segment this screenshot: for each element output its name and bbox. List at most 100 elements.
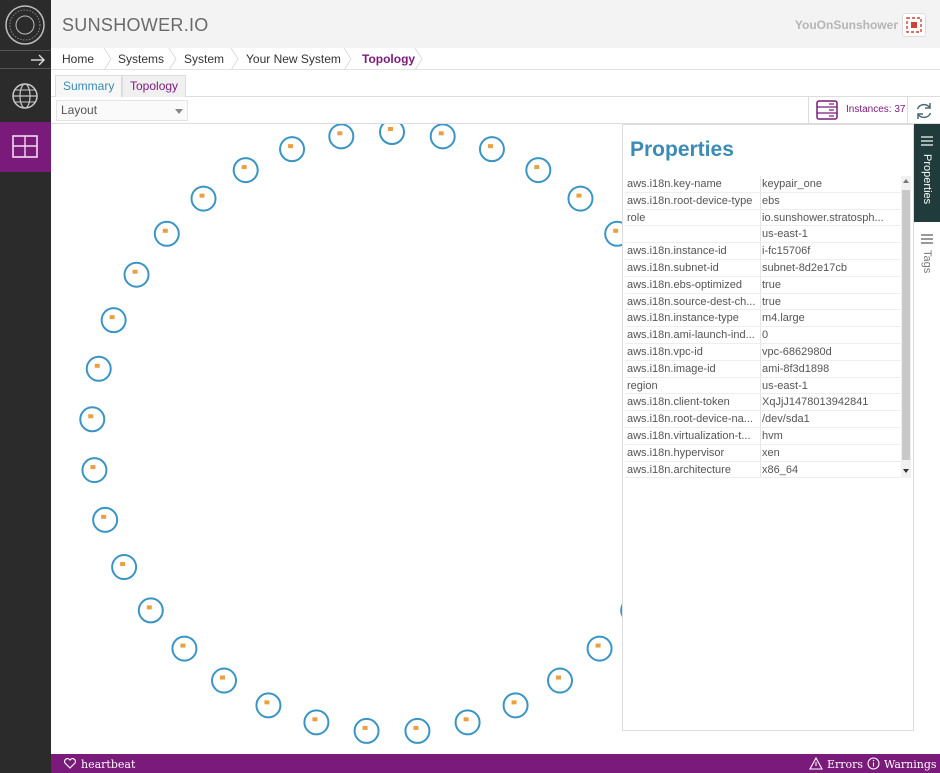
column-divider xyxy=(760,209,761,226)
heartbeat-label[interactable]: heartbeat xyxy=(81,758,135,771)
topology-node[interactable] xyxy=(190,185,217,212)
topology-node[interactable] xyxy=(604,220,623,247)
properties-scrollbar[interactable] xyxy=(901,176,911,478)
logo[interactable] xyxy=(0,0,51,51)
breadcrumb-topology[interactable]: Topology xyxy=(362,48,415,70)
properties-title: Properties xyxy=(630,138,734,161)
property-row[interactable]: aws.i18n.root-device-na... /dev/sda1 xyxy=(625,411,901,428)
errors-button[interactable]: Errors xyxy=(827,758,863,771)
instance-icon xyxy=(487,144,493,149)
topology-node[interactable] xyxy=(85,355,112,382)
breadcrumb-system[interactable]: System xyxy=(184,48,224,70)
topology-node[interactable] xyxy=(232,157,259,184)
property-row[interactable]: aws.i18n.image-id ami-8f3d1898 xyxy=(625,360,901,378)
property-row[interactable]: aws.i18n.subnet-id subnet-8d2e17cb xyxy=(625,259,901,277)
topology-node[interactable] xyxy=(379,124,405,145)
topology-node[interactable] xyxy=(111,554,138,581)
properties-scroll-thumb[interactable] xyxy=(902,190,910,460)
topology-node[interactable] xyxy=(404,717,431,744)
property-key: aws.i18n.client-token xyxy=(627,396,730,409)
topology-node[interactable] xyxy=(171,635,198,662)
topology-node[interactable] xyxy=(525,157,552,184)
layout-select[interactable]: Layout xyxy=(56,100,188,121)
property-row[interactable]: region us-east-1 xyxy=(625,377,901,395)
property-row[interactable]: aws.i18n.client-token XqJjJ1478013942841 xyxy=(625,394,901,412)
topology-node[interactable] xyxy=(546,667,573,694)
breadcrumb-your-new-system[interactable]: Your New System xyxy=(246,48,341,70)
sidetab-properties[interactable]: Properties xyxy=(914,124,940,222)
instance-icon xyxy=(288,144,294,149)
tab-topology[interactable]: Topology xyxy=(122,75,187,97)
instance-icon xyxy=(264,700,270,705)
topology-node[interactable] xyxy=(92,506,119,533)
property-row[interactable]: aws.i18n.key-name keypair_one xyxy=(625,176,901,193)
nav-item-globe[interactable] xyxy=(0,70,51,122)
topology-canvas[interactable] xyxy=(51,124,623,754)
property-row[interactable]: role io.sunshower.stratosph... xyxy=(625,209,901,227)
property-row[interactable]: aws.i18n.instance-type m4.large xyxy=(625,310,901,328)
refresh-button[interactable] xyxy=(913,100,935,122)
property-value: keypair_one xyxy=(762,178,822,190)
heart-icon xyxy=(64,758,76,769)
tab-summary[interactable]: Summary xyxy=(55,75,123,97)
property-row[interactable]: aws.i18n.source-dest-ch... true xyxy=(625,293,901,311)
topology-node[interactable] xyxy=(429,124,456,150)
topology-node[interactable] xyxy=(255,692,282,719)
status-bar: heartbeat Errors Warnings xyxy=(51,754,940,773)
topology-node[interactable] xyxy=(137,597,164,624)
topology-node[interactable] xyxy=(123,261,150,288)
instances-indicator[interactable]: Instances: 37 xyxy=(808,97,908,124)
property-row[interactable]: aws.i18n.root-device-type ebs xyxy=(625,192,901,210)
view-tabs: Summary Topology xyxy=(51,73,940,97)
column-divider xyxy=(760,226,761,243)
topology-node[interactable] xyxy=(478,136,505,163)
breadcrumb-systems[interactable]: Systems xyxy=(118,48,164,70)
chevron-down-icon xyxy=(175,109,183,114)
nav-item-systems[interactable] xyxy=(0,122,51,172)
topology-node[interactable] xyxy=(502,692,529,719)
property-key: aws.i18n.instance-type xyxy=(627,312,739,325)
topology-node[interactable] xyxy=(153,220,180,247)
topology-node[interactable] xyxy=(79,406,106,433)
topology-node[interactable] xyxy=(81,457,108,484)
instance-icon xyxy=(613,228,619,233)
topology-node[interactable] xyxy=(303,709,330,736)
topology-graph[interactable] xyxy=(51,124,623,754)
breadcrumb-home[interactable]: Home xyxy=(62,48,94,70)
property-row[interactable]: aws.i18n.architecture x86_64 xyxy=(625,461,901,479)
sidetab-tags[interactable]: Tags xyxy=(914,228,940,278)
column-divider xyxy=(760,360,761,377)
scroll-up-icon[interactable] xyxy=(902,177,910,185)
topology-node[interactable] xyxy=(353,717,380,744)
property-row[interactable]: aws.i18n.ami-launch-ind... 0 xyxy=(625,327,901,344)
property-value: /dev/sda1 xyxy=(762,413,810,426)
property-row[interactable]: us-east-1 xyxy=(625,226,901,244)
topology-node[interactable] xyxy=(328,124,355,150)
topology-node[interactable] xyxy=(454,709,481,736)
topology-node[interactable] xyxy=(211,667,238,694)
instance-icon xyxy=(120,562,126,567)
expand-nav-button[interactable] xyxy=(0,51,51,69)
topology-node[interactable] xyxy=(100,307,127,334)
column-divider xyxy=(760,427,761,444)
topology-node[interactable] xyxy=(279,136,306,163)
property-key: aws.i18n.subnet-id xyxy=(627,261,719,274)
topology-node[interactable] xyxy=(567,185,594,212)
property-row[interactable]: aws.i18n.ebs-optimized true xyxy=(625,276,901,294)
property-row[interactable]: aws.i18n.vpc-id vpc-6862980d xyxy=(625,343,901,361)
property-row[interactable]: aws.i18n.instance-id i-fc15706f xyxy=(625,243,901,260)
instance-icon xyxy=(162,228,168,233)
user-name[interactable]: YouOnSunshower xyxy=(795,18,898,32)
warnings-button[interactable]: Warnings xyxy=(884,758,937,771)
topology-node[interactable] xyxy=(586,635,613,662)
property-key: aws.i18n.vpc-id xyxy=(627,345,703,358)
property-value: io.sunshower.stratosph... xyxy=(762,211,884,224)
avatar[interactable] xyxy=(902,13,926,37)
property-row[interactable]: aws.i18n.hypervisor xen xyxy=(625,444,901,462)
property-row[interactable]: aws.i18n.virtualization-t... hvm xyxy=(625,427,901,445)
instance-icon xyxy=(413,725,419,730)
column-divider xyxy=(760,411,761,427)
column-divider xyxy=(760,293,761,310)
scroll-down-icon[interactable] xyxy=(902,467,910,475)
instance-icon xyxy=(146,605,152,610)
